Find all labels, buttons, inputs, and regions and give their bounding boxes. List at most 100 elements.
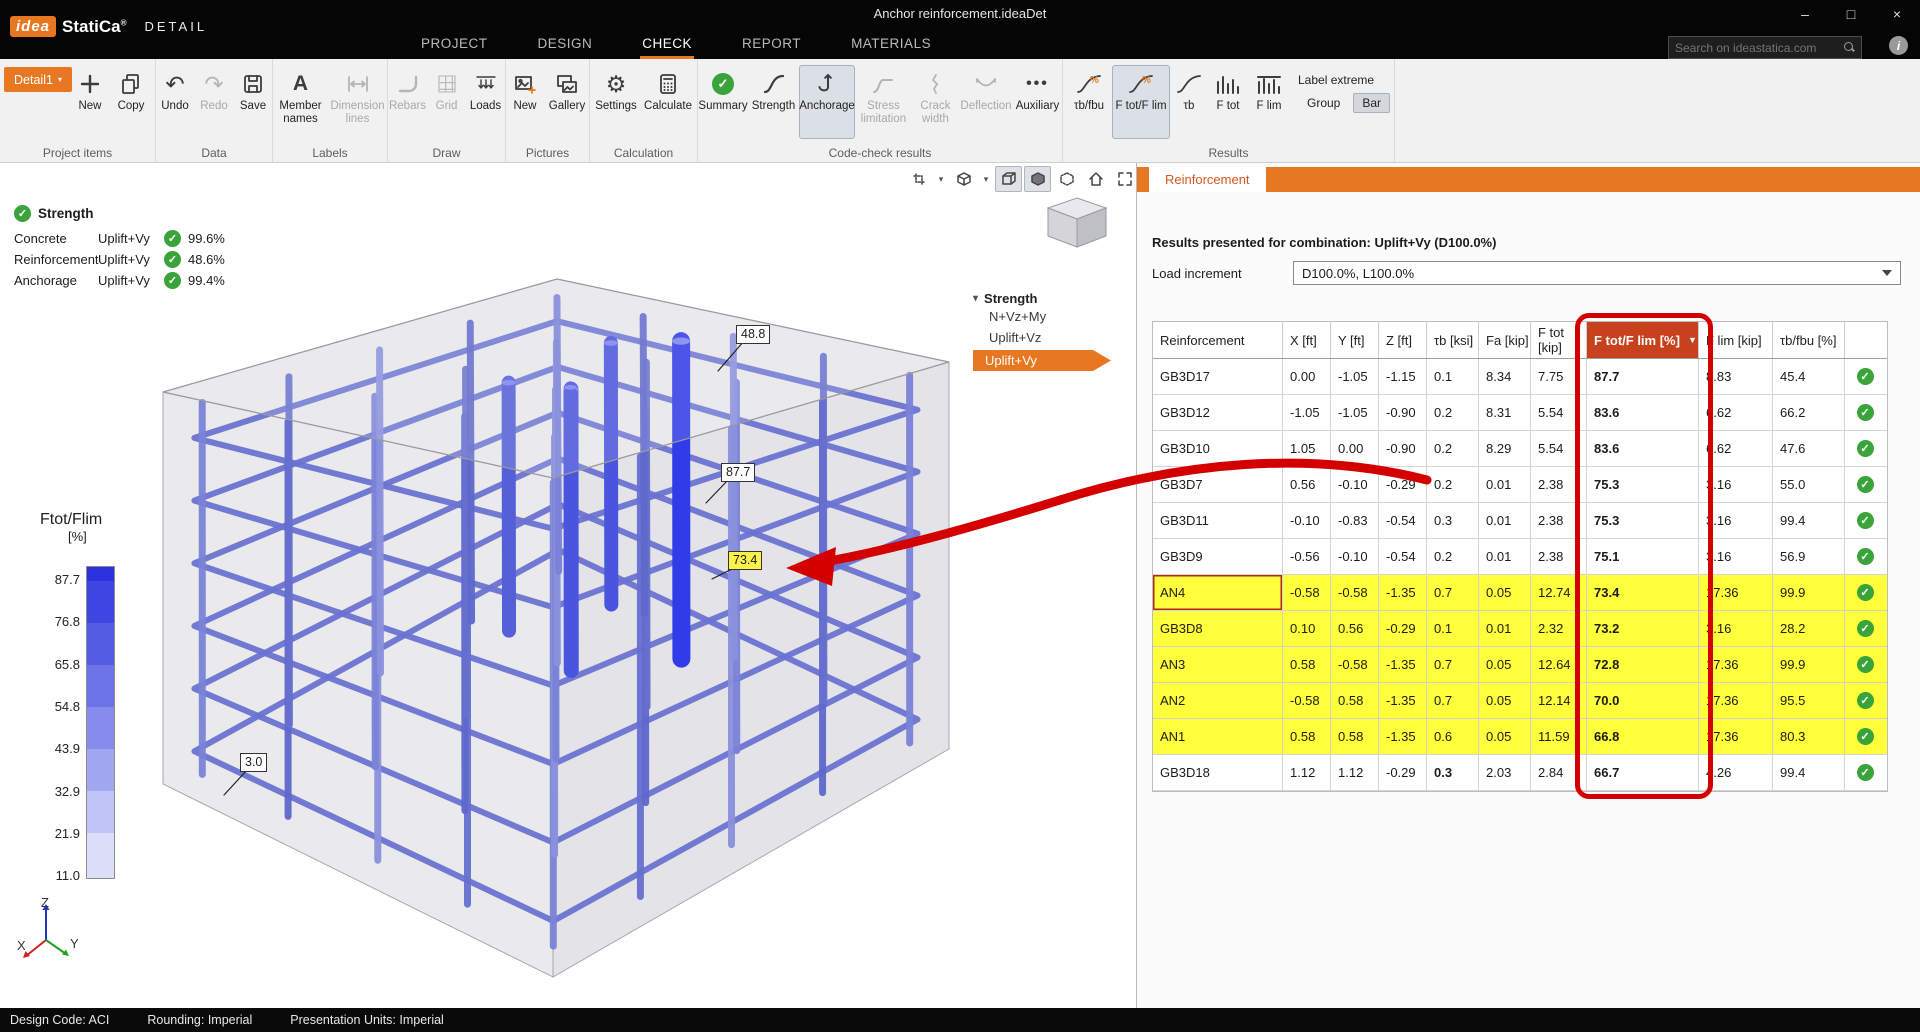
tree-item-nvzmy[interactable]: N+Vz+My [973, 306, 1123, 327]
label-extreme-bar-button[interactable]: Bar [1353, 93, 1390, 113]
col-y[interactable]: Y [ft] [1331, 322, 1379, 358]
table-row[interactable]: GB3D181.121.12-0.290.32.032.8466.74.2699… [1153, 755, 1887, 791]
table-row[interactable]: GB3D170.00-1.05-1.150.18.347.7587.78.834… [1153, 359, 1887, 395]
table-cell: 2.32 [1531, 611, 1587, 646]
table-cell: 2.84 [1531, 755, 1587, 790]
plus-icon [78, 68, 102, 100]
new-picture-button[interactable]: New [506, 65, 544, 139]
tree-item-upliftvz[interactable]: Uplift+Vz [973, 327, 1123, 348]
perspective-view-icon[interactable] [995, 166, 1022, 192]
col-tbfbu[interactable]: τb/fbu [%] [1773, 322, 1845, 358]
col-x[interactable]: X [ft] [1283, 322, 1331, 358]
letter-a-icon: A [293, 68, 308, 100]
col-fa[interactable]: Fa [kip] [1479, 322, 1531, 358]
transparent-view-icon[interactable] [1053, 166, 1080, 192]
fit-view-icon[interactable] [1111, 166, 1136, 192]
status-cell: ✓ [1845, 431, 1885, 466]
view-mode-icon[interactable] [950, 166, 977, 192]
load-increment-dropdown[interactable]: D100.0%, L100.0% [1293, 261, 1901, 285]
menu-materials[interactable]: MATERIALS [849, 30, 933, 59]
grid-button[interactable]: Grid [428, 65, 466, 139]
tree-node-strength[interactable]: ▾ Strength [973, 291, 1123, 306]
table-row[interactable]: GB3D101.050.00-0.900.28.295.5483.66.6247… [1153, 431, 1887, 467]
search-input[interactable] [1669, 41, 1844, 55]
pass-check-icon: ✓ [1857, 692, 1874, 709]
col-tb[interactable]: τb [ksi] [1427, 322, 1479, 358]
table-row[interactable]: GB3D9-0.56-0.10-0.540.20.012.3875.13.165… [1153, 539, 1887, 575]
close-button[interactable]: × [1874, 0, 1920, 28]
strength-curve-icon [762, 68, 786, 100]
maximize-button[interactable]: □ [1828, 0, 1874, 28]
summary-button[interactable]: ✓ Summary [698, 65, 748, 139]
save-button[interactable]: Save [234, 65, 272, 139]
panel-tab-strip: Reinforcement [1137, 167, 1920, 192]
flim-result-button[interactable]: F lim [1249, 65, 1289, 139]
menu-design[interactable]: DESIGN [536, 30, 595, 59]
pass-check-icon: ✓ [1857, 548, 1874, 565]
table-row[interactable]: GB3D80.100.56-0.290.10.012.3273.23.1628.… [1153, 611, 1887, 647]
menu-report[interactable]: REPORT [740, 30, 803, 59]
minimize-button[interactable]: – [1782, 0, 1828, 28]
stress-limitation-button[interactable]: Stress limitation [856, 65, 911, 139]
info-icon[interactable]: i [1889, 36, 1908, 55]
dimension-lines-button[interactable]: Dimension lines [329, 65, 387, 139]
strength-button[interactable]: Strength [749, 65, 798, 139]
tree-item-upliftvy-selected[interactable]: Uplift+Vy [973, 350, 1111, 371]
col-z[interactable]: Z [ft] [1379, 322, 1427, 358]
section-cut-icon[interactable] [905, 166, 932, 192]
tab-reinforcement[interactable]: Reinforcement [1149, 167, 1266, 192]
table-cell: 0.56 [1283, 467, 1331, 502]
member-names-button[interactable]: A Member names [274, 65, 328, 139]
table-row[interactable]: GB3D70.56-0.10-0.290.20.012.3875.33.1655… [1153, 467, 1887, 503]
tb-fbu-result-button[interactable]: % τb/fbu [1067, 65, 1111, 139]
settings-button[interactable]: ⚙ Settings [592, 65, 640, 139]
colorbar-tick: 11.0 [40, 868, 80, 883]
deflection-button[interactable]: Deflection [960, 65, 1012, 139]
ftot-flim-result-button[interactable]: % F tot/F lim [1112, 65, 1170, 139]
table-row[interactable]: AN10.580.58-1.350.60.0511.5966.817.3680.… [1153, 719, 1887, 755]
label-extreme-group-button[interactable]: Group [1298, 93, 1349, 113]
new-project-item-button[interactable]: New [70, 65, 110, 139]
menu-check[interactable]: CHECK [640, 30, 694, 59]
table-row[interactable]: AN30.58-0.58-1.350.70.0512.6472.817.3699… [1153, 647, 1887, 683]
copy-project-item-button[interactable]: Copy [111, 65, 151, 139]
col-ftot-flim-sorted[interactable]: F tot/F lim [%] ▼ [1587, 322, 1699, 358]
navigation-cube[interactable] [1040, 193, 1114, 253]
calculate-button[interactable]: Calculate [641, 65, 695, 139]
rebars-button[interactable]: Rebars [389, 65, 427, 139]
table-cell: 3.16 [1699, 611, 1773, 646]
anchorage-button[interactable]: Anchorage [799, 65, 855, 139]
redo-button[interactable]: ↷Redo [195, 65, 233, 139]
status-cell: ✓ [1845, 467, 1885, 502]
chevron-down-icon[interactable]: ▾ [934, 166, 948, 192]
loads-button[interactable]: Loads [467, 65, 505, 139]
viewport-3d[interactable]: ✓ Strength ConcreteUplift+Vy ✓99.6% Rein… [0, 163, 1136, 1008]
check-icon: ✓ [164, 230, 181, 247]
table-row[interactable]: AN2-0.580.58-1.350.70.0512.1470.017.3695… [1153, 683, 1887, 719]
table-cell: -0.56 [1283, 539, 1331, 574]
search-icon[interactable] [1844, 42, 1855, 53]
crack-width-button[interactable]: Crack width [912, 65, 959, 139]
home-view-icon[interactable] [1082, 166, 1109, 192]
col-flim[interactable]: F lim [kip] [1699, 322, 1773, 358]
solid-view-icon[interactable] [1024, 166, 1051, 192]
menu-project[interactable]: PROJECT [419, 30, 490, 59]
auxiliary-button[interactable]: ••• Auxiliary [1013, 65, 1062, 139]
table-cell: 75.1 [1587, 539, 1699, 574]
table-cell: 0.58 [1331, 719, 1379, 754]
table-cell: GB3D17 [1153, 359, 1283, 394]
result-label-3d: 3.0 [240, 753, 267, 772]
gallery-button[interactable]: Gallery [545, 65, 589, 139]
tb-result-button[interactable]: τb [1171, 65, 1207, 139]
table-row[interactable]: GB3D12-1.05-1.05-0.900.28.315.5483.66.62… [1153, 395, 1887, 431]
ftot-result-button[interactable]: F tot [1208, 65, 1248, 139]
undo-button[interactable]: ↶Undo [156, 65, 194, 139]
table-row[interactable]: GB3D11-0.10-0.83-0.540.30.012.3875.33.16… [1153, 503, 1887, 539]
col-status[interactable] [1845, 322, 1885, 358]
col-ftot[interactable]: F tot [kip] [1531, 322, 1587, 358]
col-reinforcement[interactable]: Reinforcement [1153, 322, 1283, 358]
table-cell: 0.01 [1479, 611, 1531, 646]
table-row[interactable]: AN4-0.58-0.58-1.350.70.0512.7473.417.369… [1153, 575, 1887, 611]
table-cell: -0.29 [1379, 755, 1427, 790]
chevron-down-icon[interactable]: ▾ [979, 166, 993, 192]
